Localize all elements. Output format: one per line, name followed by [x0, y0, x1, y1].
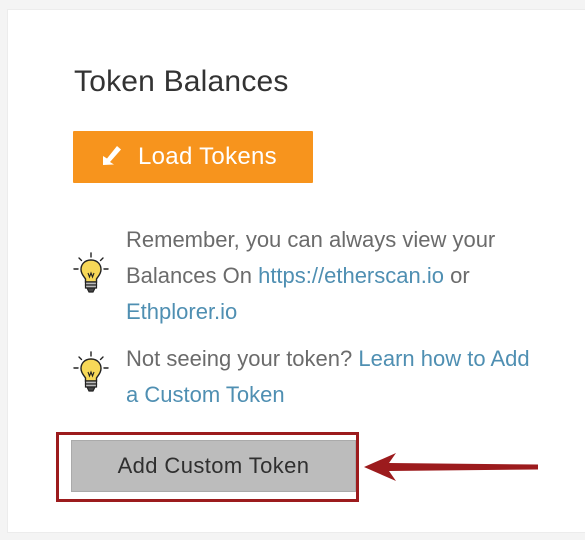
panel-title: Token Balances — [74, 65, 289, 98]
custom-token-tip-text: Not seeing your token? Learn how to Add … — [126, 346, 530, 407]
lightbulb-icon — [73, 252, 109, 296]
ethplorer-link[interactable]: Ethplorer.io — [126, 299, 237, 324]
download-arrow-icon — [95, 142, 125, 172]
custom-token-tip: Not seeing your token? Learn how to Add … — [73, 341, 533, 413]
load-tokens-button[interactable]: Load Tokens — [73, 131, 313, 183]
balances-tip: Remember, you can always view your Balan… — [73, 222, 533, 330]
etherscan-link[interactable]: https://etherscan.io — [258, 263, 444, 288]
balances-tip-text: Remember, you can always view your Balan… — [126, 227, 496, 324]
add-custom-token-button[interactable]: Add Custom Token — [71, 440, 356, 492]
left-pointing-arrow-icon — [362, 449, 542, 485]
lightbulb-icon — [73, 351, 109, 395]
load-tokens-label: Load Tokens — [138, 143, 277, 170]
